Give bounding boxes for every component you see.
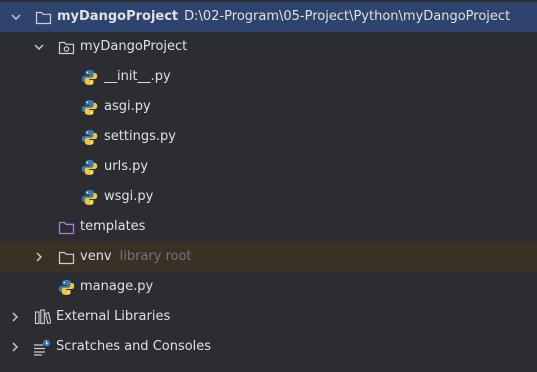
package-label: myDangoProject bbox=[80, 39, 188, 54]
python-file-icon bbox=[80, 68, 98, 86]
tree-row-file[interactable]: wsgi.py bbox=[0, 182, 537, 212]
file-label: urls.py bbox=[104, 159, 149, 174]
file-label: asgi.py bbox=[104, 99, 151, 114]
tree-row-templates[interactable]: templates bbox=[0, 212, 537, 242]
tree-row-manage[interactable]: manage.py bbox=[0, 272, 537, 302]
chevron-right-icon[interactable] bbox=[31, 249, 47, 265]
python-file-icon bbox=[80, 158, 98, 176]
project-path: D:\02-Program\05-Project\Python\myDangoP… bbox=[184, 9, 511, 24]
python-file-icon bbox=[80, 188, 98, 206]
chevron-right-icon[interactable] bbox=[7, 309, 23, 325]
tree-row-external-libraries[interactable]: External Libraries bbox=[0, 302, 537, 332]
tree-row-file[interactable]: urls.py bbox=[0, 152, 537, 182]
scratches-label: Scratches and Consoles bbox=[56, 339, 212, 354]
python-file-icon bbox=[80, 128, 98, 146]
external-libraries-label: External Libraries bbox=[56, 309, 171, 324]
python-file-icon bbox=[57, 278, 75, 296]
manage-label: manage.py bbox=[80, 279, 154, 294]
file-label: __init__.py bbox=[104, 69, 171, 84]
library-icon bbox=[33, 308, 51, 326]
tree-row-file[interactable]: __init__.py bbox=[0, 62, 537, 92]
tree-row-scratches[interactable]: Scratches and Consoles bbox=[0, 332, 537, 362]
python-file-icon bbox=[80, 98, 98, 116]
file-label: settings.py bbox=[104, 129, 176, 144]
folder-icon bbox=[34, 8, 52, 26]
tree-row-package[interactable]: myDangoProject bbox=[0, 32, 537, 62]
project-root-label: myDangoProject D:\02-Program\05-Project\P… bbox=[57, 9, 510, 25]
project-name: myDangoProject bbox=[57, 9, 179, 24]
tree-row-venv[interactable]: venv library root bbox=[0, 242, 537, 272]
templates-label: templates bbox=[80, 219, 146, 234]
tree-row-project-root[interactable]: myDangoProject D:\02-Program\05-Project\P… bbox=[0, 2, 537, 32]
tree-row-file[interactable]: settings.py bbox=[0, 122, 537, 152]
file-label: wsgi.py bbox=[104, 189, 154, 204]
chevron-right-icon[interactable] bbox=[7, 339, 23, 355]
venv-label: venv library root bbox=[80, 249, 192, 265]
project-tree: myDangoProject D:\02-Program\05-Project\P… bbox=[0, 0, 537, 372]
chevron-down-icon[interactable] bbox=[31, 39, 47, 55]
venv-name: venv bbox=[80, 249, 112, 264]
package-folder-icon bbox=[57, 38, 75, 56]
tree-row-file[interactable]: asgi.py bbox=[0, 92, 537, 122]
venv-hint: library root bbox=[119, 249, 192, 264]
folder-icon bbox=[57, 248, 75, 266]
template-folder-icon bbox=[57, 218, 75, 236]
scratches-icon bbox=[33, 338, 51, 356]
chevron-down-icon[interactable] bbox=[8, 9, 24, 25]
